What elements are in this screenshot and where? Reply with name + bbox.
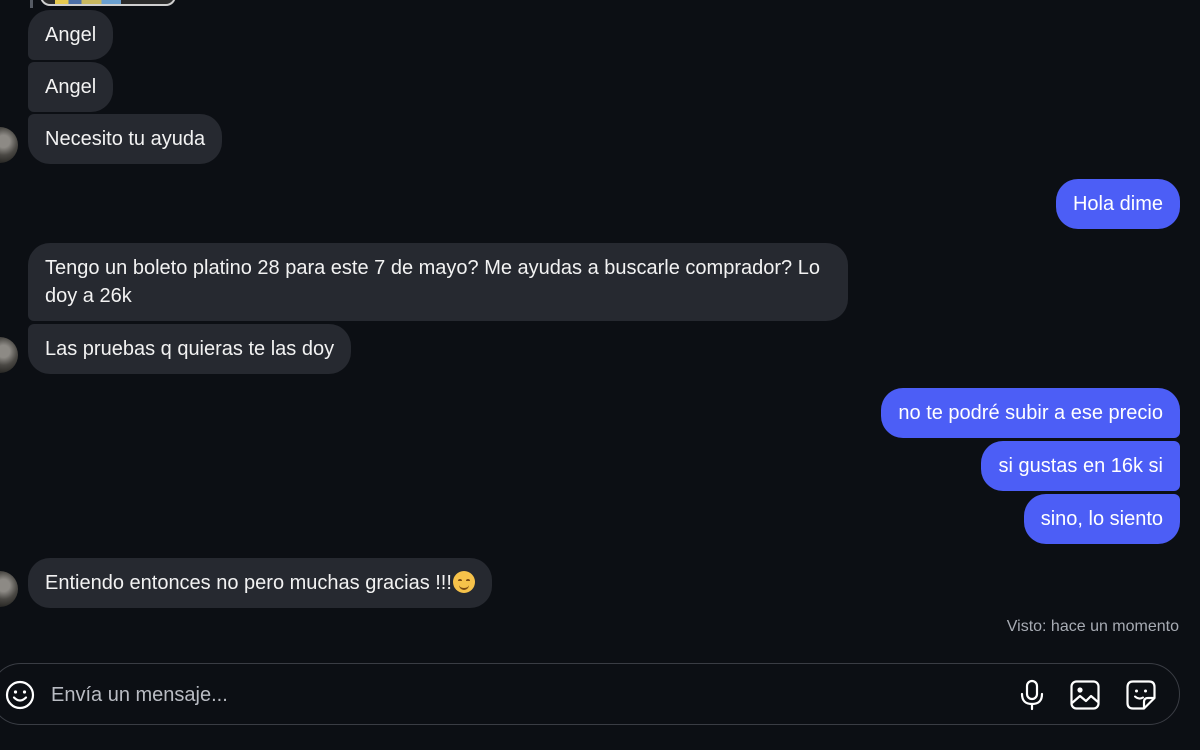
incoming-message[interactable]: Entiendo entonces no pero muchas gracias… [28, 558, 492, 608]
incoming-message-text: Entiendo entonces no pero muchas gracias… [45, 572, 452, 594]
shared-image-preview[interactable] [40, 0, 176, 6]
outgoing-message[interactable]: no te podré subir a ese precio [881, 388, 1180, 438]
seen-status: Visto: hace un momento [1006, 618, 1179, 635]
emoji-icon[interactable] [3, 678, 37, 712]
incoming-message[interactable]: Tengo un boleto platino 28 para este 7 d… [28, 243, 848, 321]
sticker-icon[interactable] [1124, 678, 1158, 712]
outgoing-message[interactable]: Hola dime [1055, 179, 1180, 229]
outgoing-message[interactable]: sino, lo siento [1023, 494, 1180, 544]
incoming-message[interactable]: Angel [28, 62, 114, 112]
contact-avatar[interactable] [0, 127, 18, 163]
incoming-message[interactable]: Necesito tu ayuda [28, 114, 223, 164]
message-input[interactable] [49, 676, 953, 714]
thread-line [30, 0, 33, 8]
outgoing-message[interactable]: si gustas en 16k si [981, 441, 1180, 491]
smiling-face-emoji-icon [452, 571, 475, 593]
chat-thread: Angel Angel Necesito tu ayuda Hola dime … [0, 0, 1200, 750]
incoming-message[interactable]: Angel [28, 10, 114, 60]
incoming-message[interactable]: Las pruebas q quieras te las doy [28, 324, 352, 374]
image-icon[interactable] [1068, 678, 1102, 712]
microphone-icon[interactable] [1015, 678, 1049, 712]
message-composer [0, 663, 1180, 725]
contact-avatar[interactable] [0, 571, 18, 607]
contact-avatar[interactable] [0, 337, 18, 373]
